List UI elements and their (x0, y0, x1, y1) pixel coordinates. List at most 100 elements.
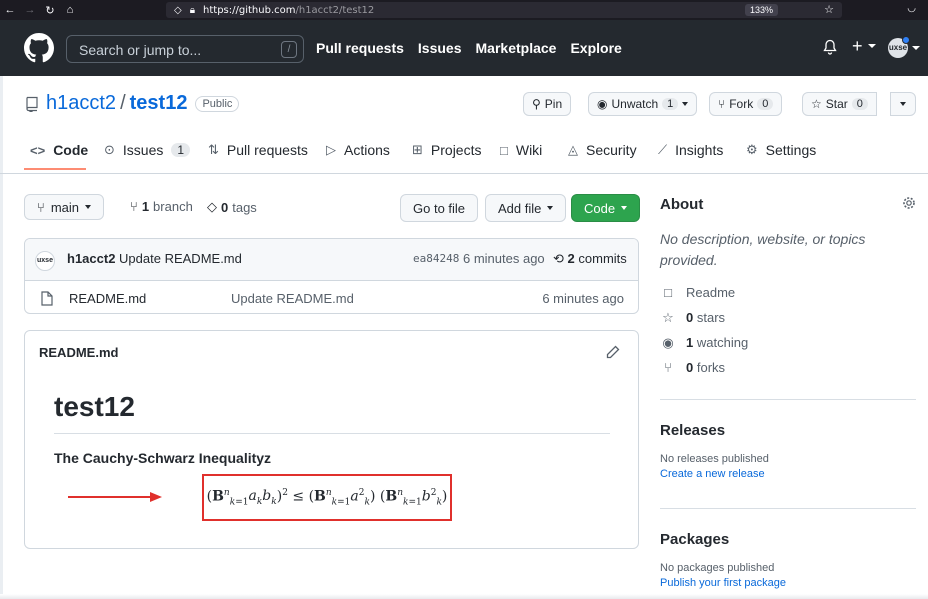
file-commit-time: 6 minutes ago (542, 291, 624, 306)
pull-request-icon: ⇅ (208, 142, 219, 157)
fork-button[interactable]: ⑂ Fork 0 (709, 92, 783, 116)
tab-wiki[interactable]: □ Wiki (500, 142, 542, 158)
tab-settings[interactable]: ⚙ Settings (746, 142, 816, 158)
file-name-link[interactable]: README.md (69, 291, 146, 306)
url-bar[interactable]: ◇ 🔒︎ https://github.com/h1acct2/test12 1… (166, 2, 842, 18)
eye-icon: ◉ (597, 97, 608, 111)
graph-icon: ⟋ (658, 142, 668, 157)
table-row[interactable]: README.md Update README.md 6 minutes ago (25, 282, 638, 313)
commit-summary: h1acct2 Update README.md (67, 251, 242, 266)
search-input[interactable]: Search or jump to... / (66, 35, 304, 63)
repo-owner-link[interactable]: h1acct2 (46, 92, 116, 115)
star-list-dropdown[interactable] (890, 92, 916, 116)
search-placeholder: Search or jump to... (79, 42, 202, 58)
watch-count: 1 (662, 98, 679, 110)
chevron-down-icon (85, 205, 91, 209)
home-icon[interactable]: ⌂ (60, 4, 80, 16)
stars-link[interactable]: ☆ 0 stars (660, 305, 748, 330)
branches-link[interactable]: ⑂ 1 branch (130, 199, 193, 214)
fork-count: 0 (757, 98, 774, 110)
pocket-icon[interactable]: ◡ (907, 3, 916, 14)
eye-icon: ◉ (662, 334, 674, 350)
book-icon: □ (664, 285, 672, 300)
packages-section: Packages No packages published Publish y… (660, 531, 786, 589)
about-description: No description, website, or topics provi… (660, 231, 866, 268)
commit-sha-link[interactable]: ea84248 (413, 252, 459, 265)
equation-highlight: (Bnk=1akbk)2 ≤ (Bnk=1a2k) (Bnk=1b2k) (202, 474, 452, 521)
readme-divider (54, 433, 610, 434)
tab-label: Settings (765, 142, 817, 158)
tags-link[interactable]: ◇ 0 tags (207, 199, 257, 215)
zoom-indicator[interactable]: 133% (744, 4, 778, 16)
readme-title: test12 (54, 391, 135, 422)
browser-toolbar: ← → ↻ ⌂ ◇ 🔒︎ https://github.com/h1acct2/… (0, 0, 928, 20)
releases-title[interactable]: Releases (660, 422, 769, 439)
packages-empty: No packages published (660, 562, 775, 574)
go-to-file-button[interactable]: Go to file (400, 194, 479, 222)
notification-dot (902, 36, 910, 44)
tab-actions[interactable]: ▷ Actions (326, 142, 390, 158)
star-icon: ☆ (811, 97, 822, 111)
url-path: /h1acct2/test12 (295, 4, 375, 16)
forward-icon[interactable]: → (20, 4, 40, 16)
commit-message-link[interactable]: Update README.md (119, 251, 242, 266)
github-logo-icon[interactable] (24, 33, 54, 63)
about-title: About (660, 196, 704, 213)
issues-count: 1 (171, 143, 191, 157)
commits-link[interactable]: ⟲ 2 commits (553, 251, 627, 267)
tab-label: Insights (675, 142, 724, 158)
publish-package-link[interactable]: Publish your first package (660, 577, 786, 589)
forks-link[interactable]: ⑂ 0 forks (660, 355, 748, 380)
readme-link[interactable]: □ Readme (660, 280, 748, 305)
watchers-link[interactable]: ◉ 1 watching (660, 330, 748, 355)
url-host: https://github.com (203, 4, 296, 16)
search-shortcut-key: / (281, 41, 297, 58)
bell-icon[interactable] (822, 38, 838, 56)
pin-button[interactable]: ⚲ Pin (523, 92, 572, 116)
star-button[interactable]: ☆ Star 0 (802, 92, 877, 116)
visibility-badge: Public (195, 95, 240, 112)
repo-name-link[interactable]: test12 (130, 92, 188, 115)
tab-pull-requests[interactable]: ⇅ Pull requests (208, 142, 308, 158)
tab-issues[interactable]: ⊙ Issues 1 (104, 142, 191, 158)
tab-security[interactable]: ◬ Security (568, 142, 637, 158)
commit-author-link[interactable]: h1acct2 (67, 251, 115, 266)
add-file-button[interactable]: Add file (485, 194, 567, 222)
forks-count: 0 (686, 360, 694, 375)
commit-word: commits (578, 251, 627, 266)
latest-commit-row: uxse h1acct2 Update README.md ea84248 6 … (25, 239, 638, 281)
commit-author-avatar[interactable]: uxse (35, 251, 55, 271)
about-list: □ Readme ☆ 0 stars ◉ 1 watching ⑂ 0 fork… (660, 280, 748, 380)
chevron-down-icon (912, 46, 920, 50)
tab-code[interactable]: <> Code (30, 142, 88, 158)
back-icon[interactable]: ← (0, 4, 20, 16)
create-release-link[interactable]: Create a new release (660, 468, 769, 480)
fork-label: Fork (729, 97, 754, 111)
tab-insights[interactable]: ⟋ Insights (658, 142, 723, 158)
tab-label: Projects (430, 142, 482, 158)
unwatch-label: Unwatch (611, 97, 659, 111)
bookmark-star-icon[interactable]: ☆ (824, 3, 834, 16)
nav-issues[interactable]: Issues (418, 40, 462, 56)
nav-pull-requests[interactable]: Pull requests (316, 40, 404, 56)
nav-marketplace[interactable]: Marketplace (476, 40, 557, 56)
packages-title[interactable]: Packages (660, 531, 786, 548)
gear-icon[interactable] (902, 196, 916, 210)
unwatch-button[interactable]: ◉ Unwatch 1 (588, 92, 698, 116)
pencil-icon[interactable] (606, 345, 620, 359)
readme-header[interactable]: README.md (39, 345, 118, 360)
file-commit-message[interactable]: Update README.md (231, 291, 354, 306)
repo-icon (26, 96, 38, 112)
code-button[interactable]: Code (571, 194, 641, 222)
create-new-icon[interactable]: + (852, 36, 863, 57)
tag-word: tags (232, 199, 257, 215)
branch-count: 1 (141, 199, 150, 214)
tab-projects[interactable]: ⊞ Projects (412, 142, 481, 158)
chevron-down-icon (900, 102, 906, 106)
branch-select-button[interactable]: ⑂ main (24, 194, 104, 220)
tab-label: Issues (122, 142, 164, 158)
reload-icon[interactable]: ↻ (40, 4, 60, 17)
tab-label: Pull requests (226, 142, 308, 158)
nav-explore[interactable]: Explore (570, 40, 621, 56)
readme-heading: The Cauchy-Schwarz Inequalityz (54, 450, 272, 466)
